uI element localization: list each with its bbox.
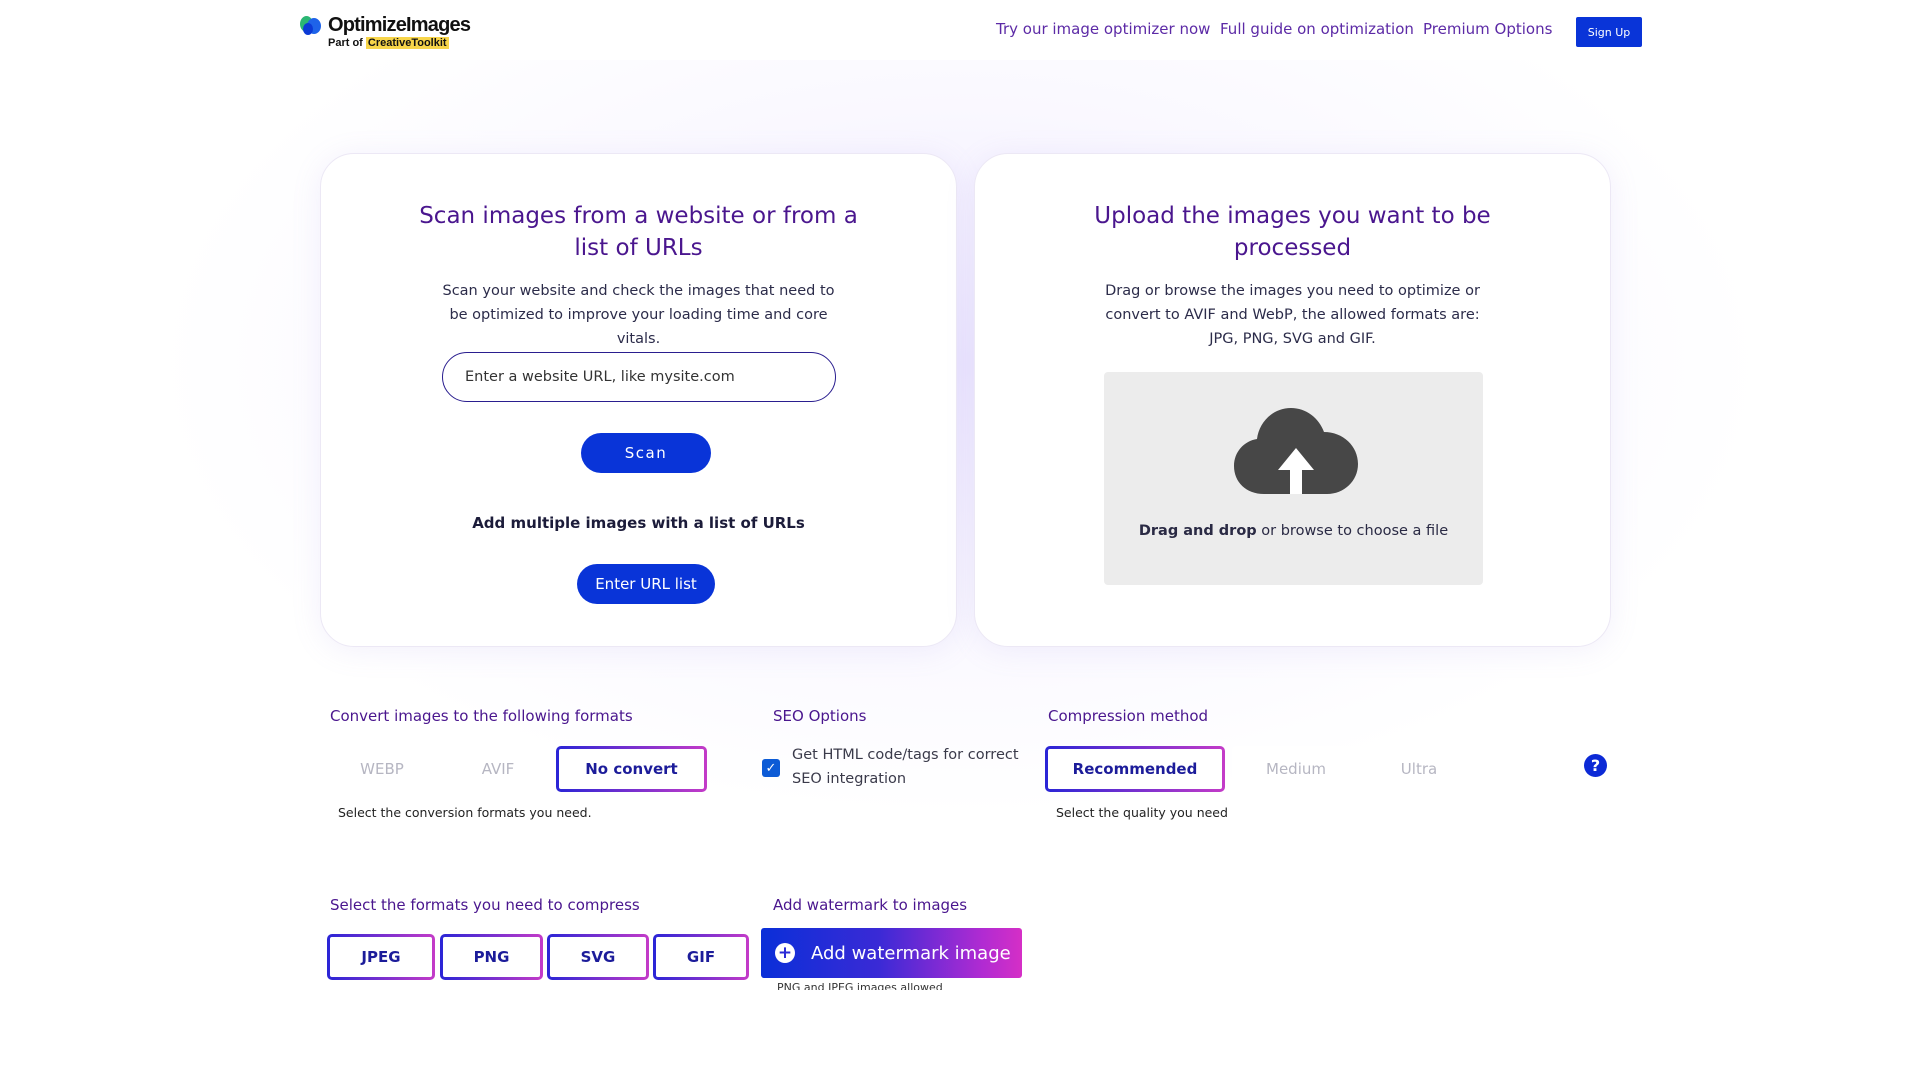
compression-recommended-button[interactable]: Recommended xyxy=(1045,746,1225,792)
seo-checkbox-label: Get HTML code/tags for correct SEO integ… xyxy=(792,747,1019,787)
nav-link-guide[interactable]: Full guide on optimization xyxy=(1220,20,1414,38)
convert-note: Select the conversion formats you need. xyxy=(338,805,592,820)
logo-subtitle: Part of CreativeToolkit xyxy=(328,37,449,49)
watermark-label: Add watermark to images xyxy=(773,896,968,914)
website-url-input[interactable]: Enter a website URL, like mysite.com xyxy=(442,352,836,402)
sign-up-button[interactable]: Sign Up xyxy=(1576,17,1642,47)
compress-formats-label: Select the formats you need to compress xyxy=(330,896,640,914)
convert-avif-button[interactable]: AVIF xyxy=(446,746,550,792)
convert-webp-button[interactable]: WEBP xyxy=(330,746,434,792)
no-convert-button[interactable]: No convert xyxy=(556,746,707,792)
scan-card-title: Scan images from a website or from a lis… xyxy=(419,203,858,261)
compress-svg-button[interactable]: SVG xyxy=(547,934,649,980)
seo-options-label: SEO Options xyxy=(773,707,867,725)
compression-note: Select the quality you need xyxy=(1056,805,1228,820)
compress-jpeg-button[interactable]: JPEG xyxy=(327,934,435,980)
upload-card: Upload the images you want to be process… xyxy=(974,153,1611,647)
file-dropzone[interactable]: Drag and drop or browse to choose a file xyxy=(1104,372,1483,585)
dropzone-text: Drag and drop or browse to choose a file xyxy=(1104,523,1483,539)
seo-checkbox[interactable]: ✓ xyxy=(762,759,780,777)
add-watermark-label: Add watermark image xyxy=(811,942,1011,964)
logo-sub-brand: CreativeToolkit xyxy=(365,37,449,49)
compression-method-label: Compression method xyxy=(1048,707,1209,725)
watermark-note: PNG and JPEG images allowed xyxy=(777,981,943,990)
logo-mark-icon xyxy=(300,14,322,36)
upload-card-description: Drag or browse the images you need to op… xyxy=(1105,283,1480,347)
question-icon[interactable]: ? xyxy=(1584,754,1607,777)
upload-card-title: Upload the images you want to be process… xyxy=(1094,203,1491,261)
drag-and-drop-text: Drag and drop xyxy=(1138,523,1257,539)
cloud-upload-icon xyxy=(1234,408,1358,494)
scan-button[interactable]: Scan xyxy=(581,433,711,473)
compress-gif-button[interactable]: GIF xyxy=(653,934,749,980)
scan-card: Scan images from a website or from a lis… xyxy=(320,153,957,647)
nav-link-try-optimizer[interactable]: Try our image optimizer now xyxy=(996,20,1210,38)
plus-icon: + xyxy=(775,943,795,963)
scan-card-description: Scan your website and check the images t… xyxy=(442,283,835,347)
nav-link-premium[interactable]: Premium Options xyxy=(1423,20,1552,38)
multi-url-label: Add multiple images with a list of URLs xyxy=(472,514,805,532)
enter-url-list-button[interactable]: Enter URL list xyxy=(577,564,715,604)
compression-ultra-button[interactable]: Ultra xyxy=(1366,746,1472,792)
logo-sub-prefix: Part of xyxy=(328,37,366,49)
convert-formats-label: Convert images to the following formats xyxy=(330,707,633,725)
logo-name: OptimizeImages xyxy=(328,14,471,36)
compress-png-button[interactable]: PNG xyxy=(440,934,543,980)
add-watermark-button[interactable]: + Add watermark image xyxy=(761,928,1022,978)
compression-medium-button[interactable]: Medium xyxy=(1232,746,1360,792)
browse-text: or browse to choose a file xyxy=(1256,523,1449,539)
